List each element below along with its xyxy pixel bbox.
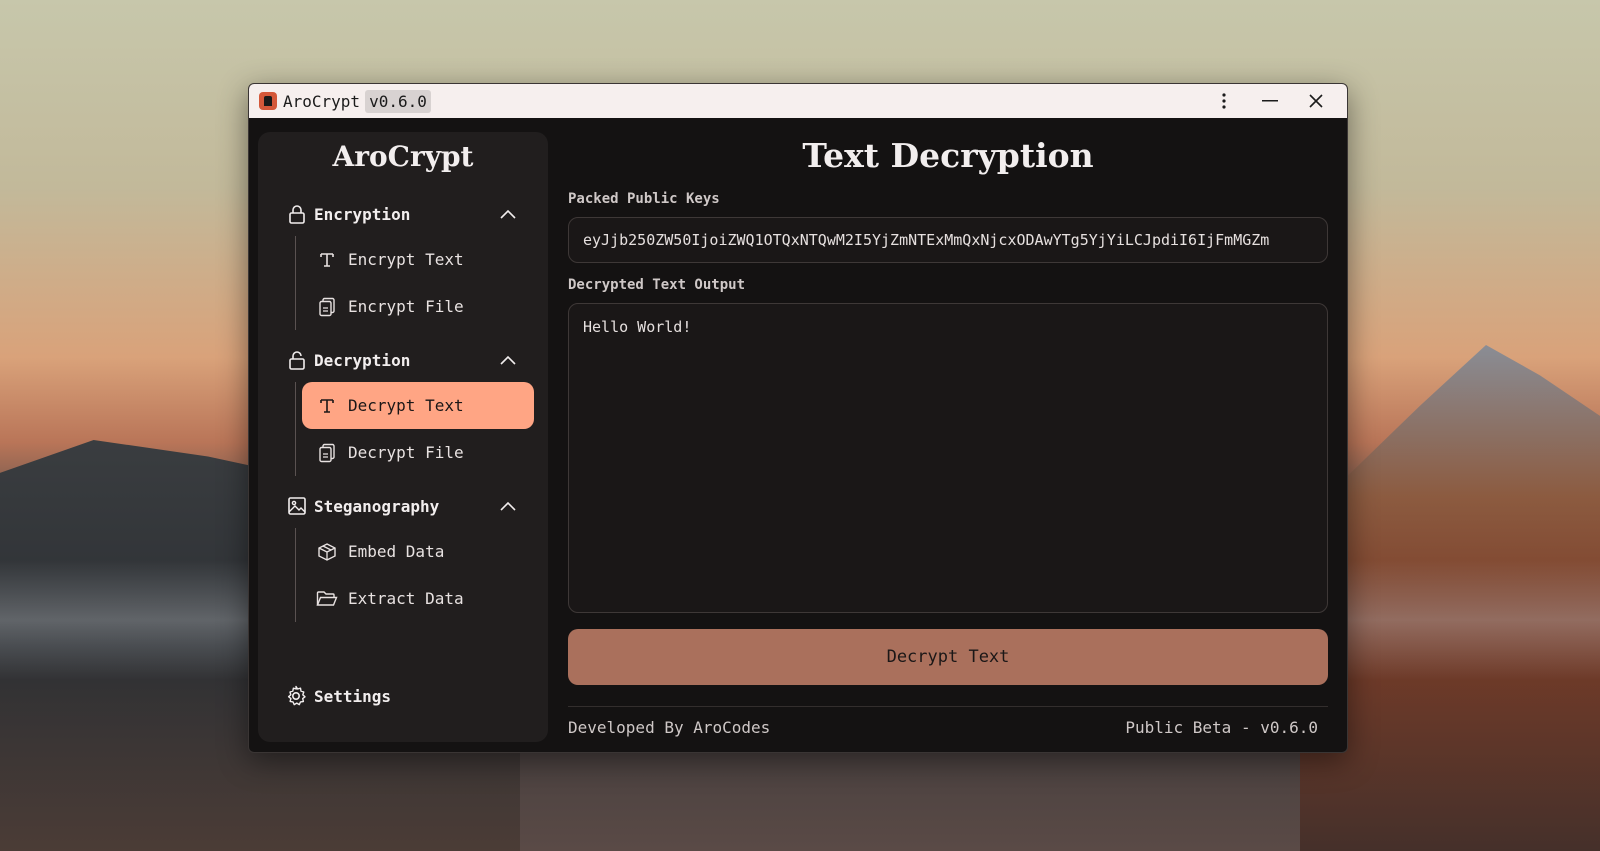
section-decryption[interactable]: Decryption <box>286 347 410 373</box>
close-icon <box>1309 94 1323 108</box>
output-label: Decrypted Text Output <box>568 277 746 293</box>
more-vertical-icon <box>1222 93 1226 109</box>
text-icon <box>316 397 338 415</box>
sidebar-item-embed-data[interactable]: Embed Data <box>302 528 534 575</box>
files-icon <box>316 443 338 463</box>
footer-divider <box>568 706 1328 707</box>
sidebar-item-decrypt-file[interactable]: Decrypt File <box>302 429 534 476</box>
collapse-steganography-button[interactable] <box>498 493 518 519</box>
sidebar-item-label: Encrypt File <box>348 297 464 316</box>
sidebar-item-label: Decrypt Text <box>348 396 464 415</box>
tree-line <box>295 528 296 622</box>
sidebar-item-label: Extract Data <box>348 589 464 608</box>
sidebar-item-label: Embed Data <box>348 542 445 561</box>
packed-public-keys-input[interactable] <box>568 217 1328 263</box>
tree-line <box>295 236 296 330</box>
text-icon <box>316 251 338 269</box>
footer-version: Public Beta - v0.6.0 <box>1125 718 1318 737</box>
main-panel: Text Decryption Packed Public Keys Decry… <box>568 118 1328 752</box>
version-badge: v0.6.0 <box>365 89 431 113</box>
gear-icon <box>284 685 308 707</box>
chevron-up-icon <box>500 501 516 511</box>
sidebar-item-encrypt-text[interactable]: Encrypt Text <box>302 236 534 283</box>
tree-line <box>295 382 296 476</box>
chevron-up-icon <box>500 209 516 219</box>
section-label: Encryption <box>314 204 411 224</box>
unlock-icon <box>286 350 308 370</box>
more-options-button[interactable] <box>1201 84 1247 118</box>
collapse-encryption-button[interactable] <box>498 201 518 227</box>
lock-icon <box>286 204 308 224</box>
footer-credit: Developed By AroCodes <box>568 718 771 737</box>
decrypt-text-button[interactable]: Decrypt Text <box>568 629 1328 685</box>
section-steganography[interactable]: Steganography <box>286 493 439 519</box>
minimize-button[interactable] <box>1247 84 1293 118</box>
section-label: Decryption <box>314 350 411 370</box>
title-bar[interactable]: AroCrypt v0.6.0 <box>249 84 1347 118</box>
close-button[interactable] <box>1293 84 1339 118</box>
settings-label: Settings <box>314 686 392 706</box>
collapse-decryption-button[interactable] <box>498 347 518 373</box>
section-encryption[interactable]: Encryption <box>286 201 410 227</box>
sidebar-item-encrypt-file[interactable]: Encrypt File <box>302 283 534 330</box>
app-logo-icon <box>259 92 277 110</box>
decrypted-text-output[interactable]: Hello World! <box>568 303 1328 613</box>
page-title: Text Decryption <box>802 136 1094 175</box>
sidebar-brand: AroCrypt <box>332 140 474 173</box>
folder-open-icon <box>316 590 338 608</box>
box-icon <box>316 542 338 562</box>
section-label: Steganography <box>314 496 440 516</box>
keys-label: Packed Public Keys <box>568 191 720 207</box>
sidebar-item-decrypt-text[interactable]: Decrypt Text <box>302 382 534 429</box>
sidebar-item-label: Encrypt Text <box>348 250 464 269</box>
minimize-icon <box>1262 100 1278 102</box>
sidebar-item-label: Decrypt File <box>348 443 464 462</box>
files-icon <box>316 297 338 317</box>
sidebar-item-extract-data[interactable]: Extract Data <box>302 575 534 622</box>
chevron-up-icon <box>500 355 516 365</box>
sidebar: AroCrypt Encryption Encrypt Text Encrypt… <box>258 132 548 742</box>
app-window: AroCrypt v0.6.0 AroCrypt Encryption Encr… <box>248 83 1348 753</box>
image-icon <box>286 496 308 516</box>
window-title: AroCrypt <box>283 91 361 111</box>
settings-button[interactable]: Settings <box>284 682 391 710</box>
